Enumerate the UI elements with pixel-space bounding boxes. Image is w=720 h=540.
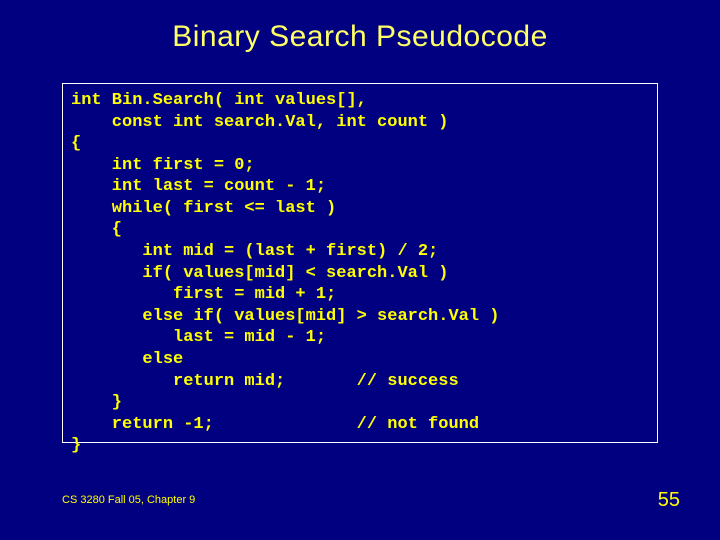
- pseudocode: int Bin.Search( int values[], const int …: [71, 90, 649, 457]
- page-number: 55: [658, 489, 680, 512]
- code-box: int Bin.Search( int values[], const int …: [62, 83, 658, 443]
- slide: Binary Search Pseudocode int Bin.Search(…: [0, 0, 720, 540]
- footer-source: CS 3280 Fall 05, Chapter 9: [62, 494, 195, 506]
- slide-title: Binary Search Pseudocode: [0, 0, 720, 54]
